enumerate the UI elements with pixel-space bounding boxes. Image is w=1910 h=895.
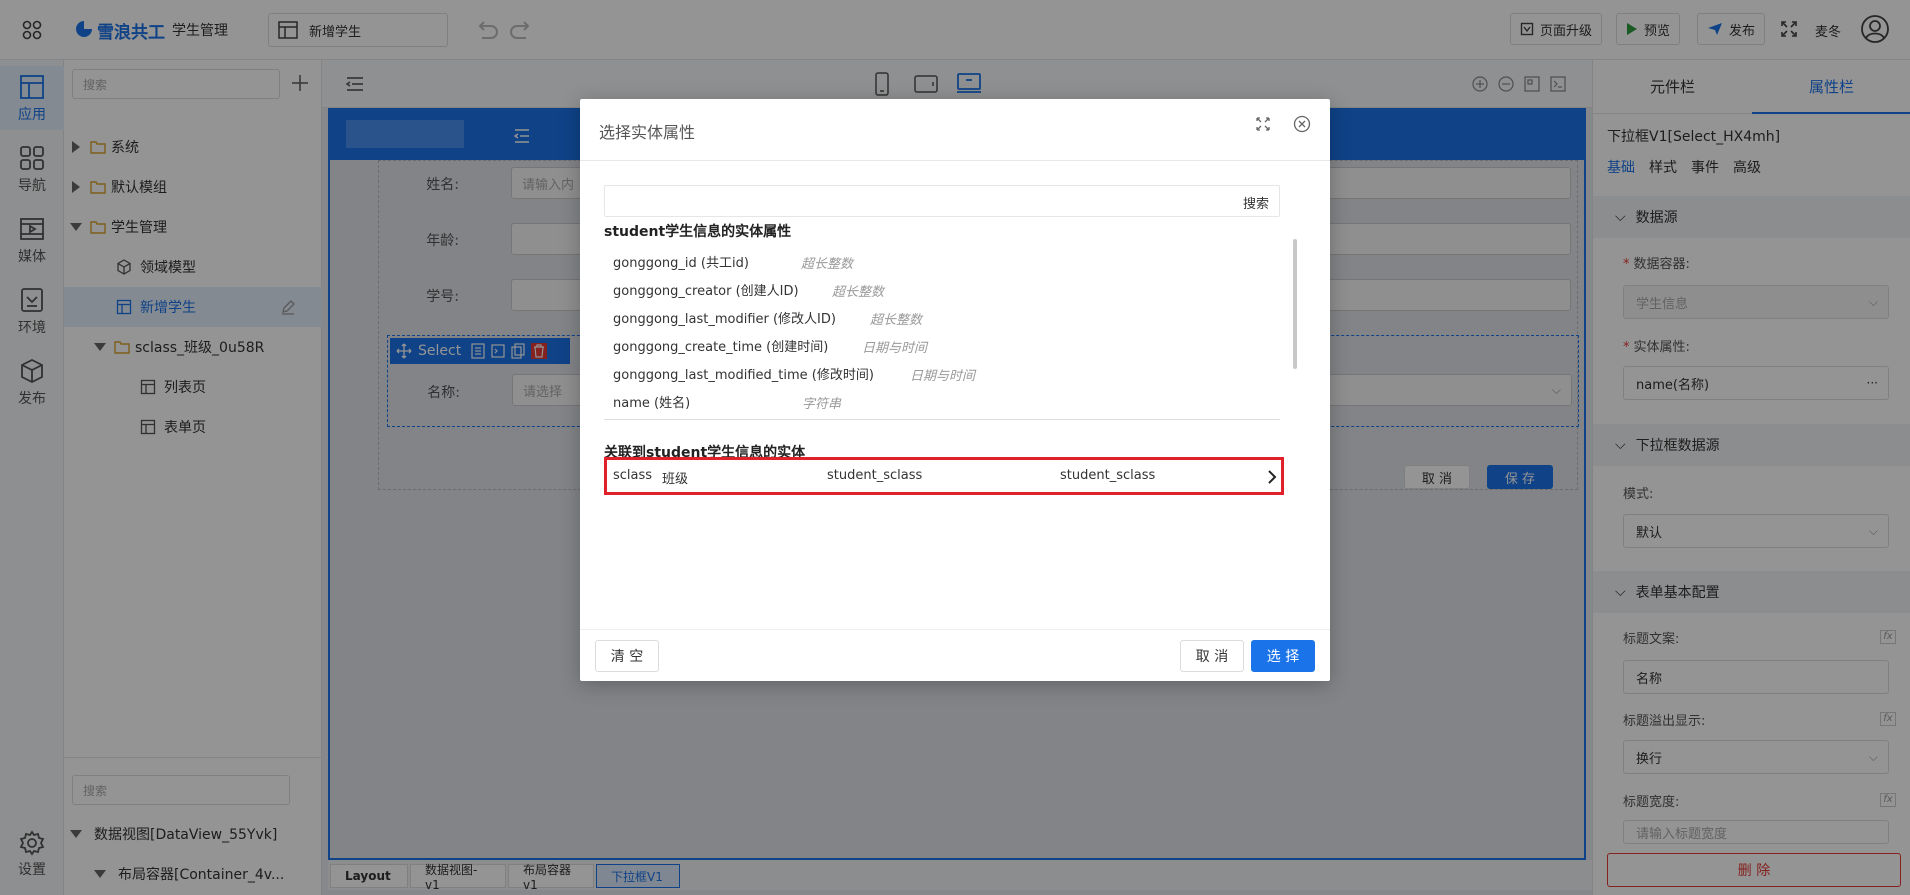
chevron-right-icon[interactable]	[1267, 469, 1277, 485]
attribute-name: gonggong_id (共工id)	[613, 255, 749, 271]
entity-section-title: student学生信息的实体属性	[604, 224, 792, 240]
attribute-name: gonggong_create_time (创建时间)	[613, 339, 829, 355]
attribute-row[interactable]: gonggong_last_modified_time (修改时间)	[613, 361, 874, 385]
attribute-row[interactable]: gonggong_creator (创建人ID)	[613, 277, 799, 301]
attribute-type: 日期与时间	[910, 369, 976, 384]
attribute-name: gonggong_last_modified_time (修改时间)	[613, 367, 874, 383]
select-entity-attribute-dialog: 选择实体属性 搜索 student学生信息的实体属性 gonggong_id (…	[580, 99, 1330, 681]
attribute-type: 超长整数	[801, 257, 854, 272]
attribute-type: 超长整数	[832, 285, 885, 300]
related-entity-label: 班级	[662, 472, 689, 487]
select-label: 选 择	[1266, 649, 1300, 665]
cancel-label: 取 消	[1195, 649, 1229, 665]
list-divider	[604, 419, 1280, 420]
attribute-name: name (姓名)	[613, 395, 691, 411]
maximize-icon[interactable]	[1256, 117, 1270, 131]
clear-label: 清 空	[610, 649, 644, 665]
attribute-type: 日期与时间	[862, 341, 928, 356]
attribute-search-input[interactable]: 搜索	[604, 185, 1280, 217]
attribute-row[interactable]: gonggong_create_time (创建时间)	[613, 333, 828, 357]
attribute-name: gonggong_last_modifier (修改人ID)	[613, 311, 836, 327]
attribute-name: gonggong_creator (创建人ID)	[613, 283, 799, 299]
attribute-row[interactable]: gonggong_id (共工id)	[613, 249, 749, 273]
attribute-row[interactable]: gonggong_last_modifier (修改人ID)	[613, 305, 836, 329]
close-icon[interactable]	[1293, 115, 1311, 133]
select-button[interactable]: 选 择	[1251, 640, 1315, 672]
dialog-header-divider	[580, 160, 1330, 161]
related-entity-field: student_sclass	[827, 468, 923, 483]
attribute-list: gonggong_id (共工id) 超长整数 gonggong_creator…	[580, 239, 1330, 419]
attribute-row[interactable]: name (姓名)	[613, 389, 690, 413]
attribute-type: 字符串	[802, 397, 842, 412]
related-entity-name: sclass	[613, 468, 653, 483]
related-entity-relation: student_sclass	[1060, 468, 1156, 483]
search-button[interactable]: 搜索	[1243, 193, 1269, 212]
dialog-title: 选择实体属性	[599, 123, 696, 142]
attribute-type: 超长整数	[870, 313, 923, 328]
related-entity-row[interactable]: sclass 班级 student_sclass student_sclass	[604, 457, 1284, 495]
attribute-list-scrollbar[interactable]	[1293, 239, 1297, 369]
cancel-button[interactable]: 取 消	[1180, 640, 1244, 672]
clear-button[interactable]: 清 空	[595, 640, 659, 672]
dialog-footer-divider	[580, 629, 1330, 630]
